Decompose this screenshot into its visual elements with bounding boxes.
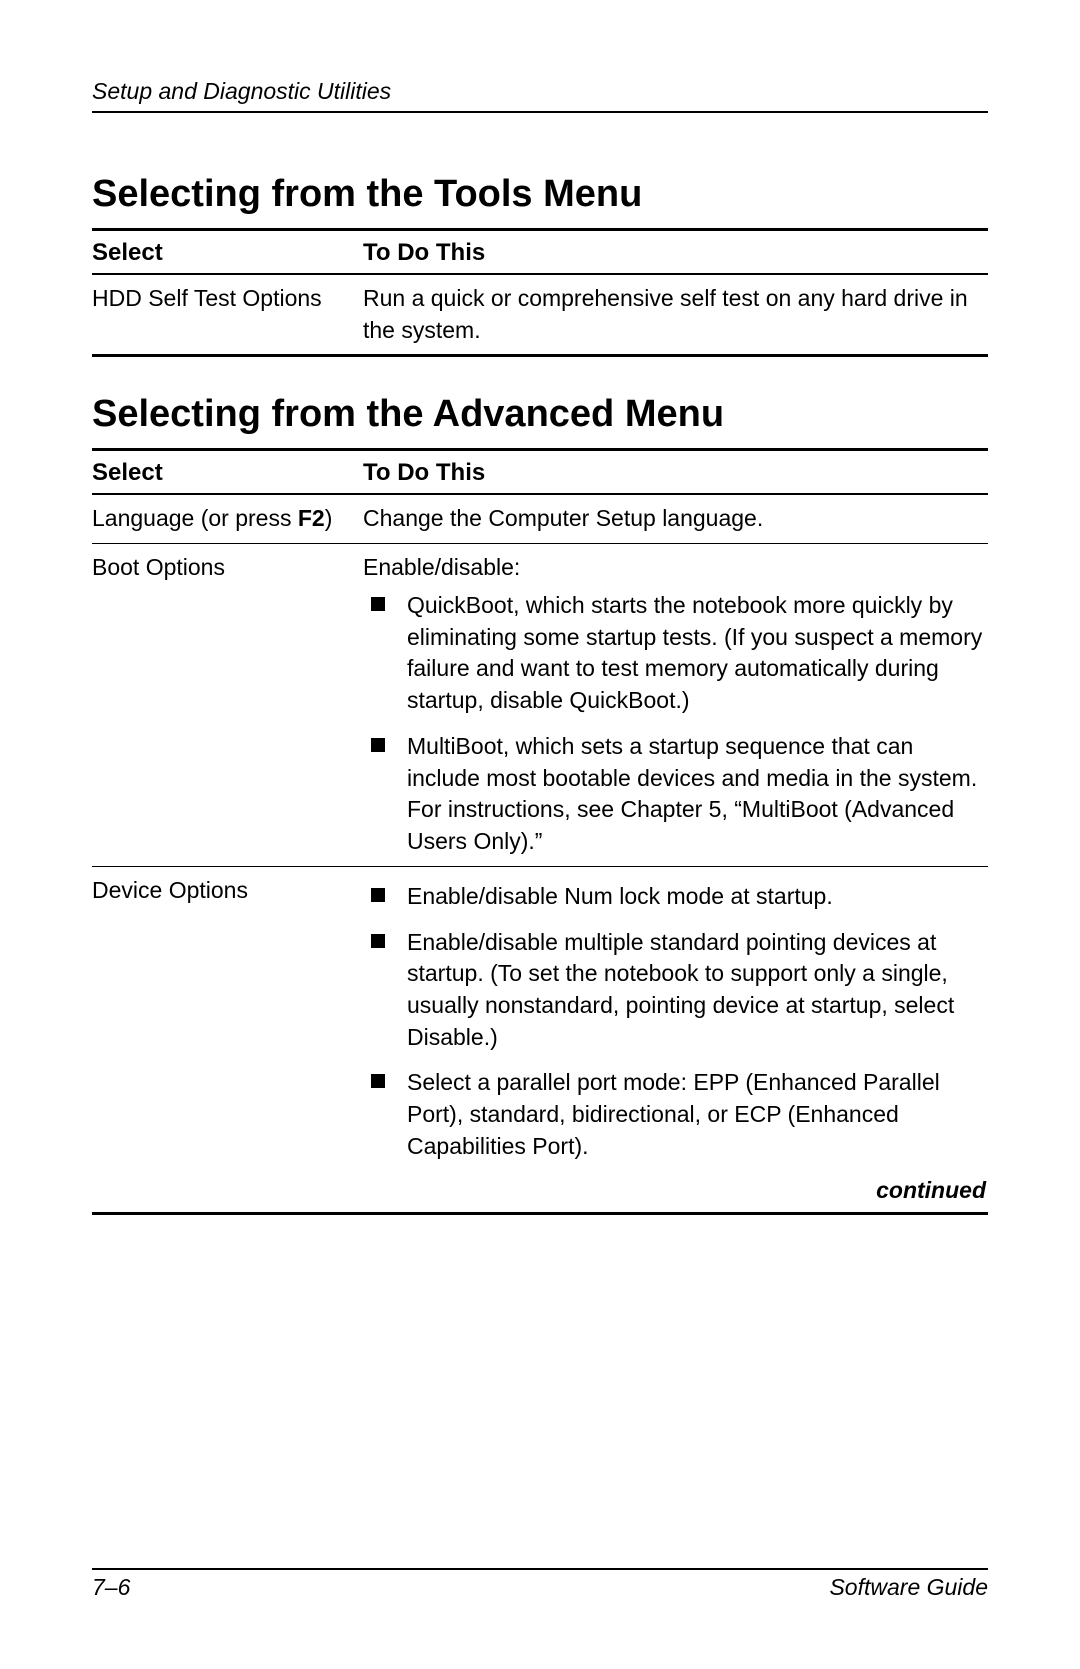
page-number: 7–6 [92, 1574, 130, 1601]
list-item: QuickBoot, which starts the notebook mor… [363, 590, 988, 717]
section-title-tools: Selecting from the Tools Menu [92, 173, 988, 216]
col-header-select: Select [92, 239, 363, 267]
page-footer: 7–6 Software Guide [92, 1568, 988, 1601]
table-row: Language (or press F2) Change the Comput… [92, 495, 988, 543]
running-header: Setup and Diagnostic Utilities [92, 78, 988, 113]
list-item: Enable/disable multiple standard pointin… [363, 927, 988, 1054]
list-item: Select a parallel port mode: EPP (Enhanc… [363, 1067, 988, 1162]
guide-name: Software Guide [829, 1574, 988, 1601]
list-item: Enable/disable Num lock mode at startup. [363, 881, 988, 913]
cell-select: HDD Self Test Options [92, 283, 363, 346]
list-item: MultiBoot, which sets a startup sequence… [363, 731, 988, 858]
bullet-list: Enable/disable Num lock mode at startup.… [363, 881, 988, 1163]
col-header-todo: To Do This [363, 239, 988, 267]
cell-todo: Run a quick or comprehensive self test o… [363, 283, 988, 346]
table-header: Select To Do This [92, 231, 988, 275]
cell-todo: Change the Computer Setup language. [363, 503, 988, 535]
table-header: Select To Do This [92, 451, 988, 495]
section-title-advanced: Selecting from the Advanced Menu [92, 393, 988, 436]
cell-select: Language (or press F2) [92, 503, 363, 535]
intro-text: Enable/disable: [363, 552, 988, 584]
cell-todo: Enable/disable Num lock mode at startup.… [363, 875, 988, 1163]
tools-table: Select To Do This HDD Self Test Options … [92, 228, 988, 357]
text: ) [325, 505, 333, 531]
bullet-list: QuickBoot, which starts the notebook mor… [363, 590, 988, 858]
text: Language (or press [92, 505, 298, 531]
advanced-table: Select To Do This Language (or press F2)… [92, 448, 988, 1214]
col-header-select: Select [92, 459, 363, 487]
table-row: HDD Self Test Options Run a quick or com… [92, 275, 988, 354]
col-header-todo: To Do This [363, 459, 988, 487]
cell-todo: Enable/disable: QuickBoot, which starts … [363, 552, 988, 858]
table-row: Boot Options Enable/disable: QuickBoot, … [92, 543, 988, 866]
cell-select: Device Options [92, 875, 363, 1163]
key-label: F2 [298, 505, 325, 531]
cell-select: Boot Options [92, 552, 363, 858]
page: Setup and Diagnostic Utilities Selecting… [0, 0, 1080, 1669]
continued-label: continued [92, 1171, 988, 1212]
table-row: Device Options Enable/disable Num lock m… [92, 866, 988, 1171]
